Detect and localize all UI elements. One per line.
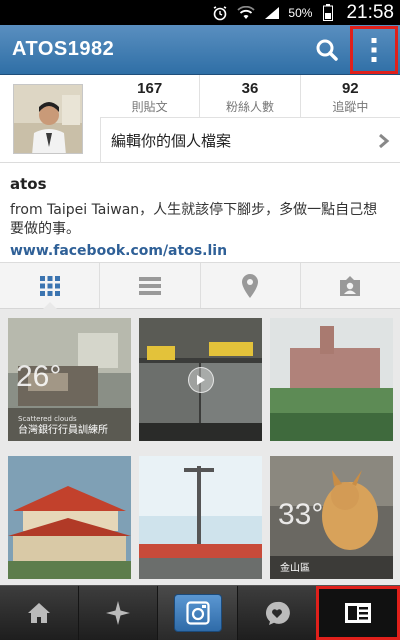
following-label: 追蹤中: [332, 100, 369, 114]
bottom-navigation: [0, 585, 400, 640]
avatar[interactable]: [13, 84, 83, 154]
weather-temperature: 33°: [278, 497, 324, 531]
app-header: ATOS1982: [0, 25, 400, 75]
profile-header: 167 則貼文 36 粉絲人數 92 追蹤中 編輯你的個人檔案: [0, 75, 400, 163]
tab-grid[interactable]: [0, 263, 99, 309]
tab-map[interactable]: [199, 263, 300, 308]
profile-card-icon: [344, 603, 371, 623]
photo-location: 金山區: [280, 562, 310, 574]
nav-camera[interactable]: [157, 586, 237, 640]
photo-tile[interactable]: [8, 455, 131, 579]
location-pin-icon: [242, 273, 259, 298]
photo-tile[interactable]: 33° 金山區: [270, 455, 393, 579]
bio-section: atos from Taipei Taiwan，人生就該停下腳步，多做一點自己想…: [0, 163, 400, 263]
clock: 21:58: [346, 1, 394, 23]
photo-tile[interactable]: 26° Scattered clouds 台灣銀行行員訓練所: [8, 318, 131, 441]
tab-tagged[interactable]: [299, 263, 400, 308]
nav-home[interactable]: [0, 586, 78, 640]
stat-posts[interactable]: 167 則貼文: [100, 75, 199, 117]
activity-heart-bubble-icon: [265, 601, 290, 625]
overflow-menu-button[interactable]: [350, 25, 398, 74]
alarm-icon: [210, 4, 230, 22]
camera-icon: [185, 601, 210, 625]
weather-temperature: 26°: [16, 360, 62, 393]
username-title: ATOS1982: [12, 38, 115, 60]
status-bar: 50% 21:58: [0, 0, 400, 25]
wifi-icon: [236, 4, 256, 22]
followers-count: 36: [241, 80, 259, 97]
followers-label: 粉絲人數: [225, 100, 274, 114]
tagged-person-icon: [340, 275, 361, 296]
nav-explore[interactable]: [78, 586, 157, 640]
battery-icon: [318, 4, 338, 22]
photo-location: 台灣銀行行員訓練所: [18, 425, 108, 436]
website-link[interactable]: www.facebook.com/atos.lin: [10, 243, 390, 259]
photo-grid: 26° Scattered clouds 台灣銀行行員訓練所 33° 金山區: [0, 309, 400, 585]
video-play-icon: [187, 366, 214, 393]
profile-view-tabs: [0, 263, 400, 309]
display-name: atos: [10, 175, 47, 193]
photo-tile[interactable]: [139, 318, 262, 441]
chevron-right-icon: [379, 133, 390, 148]
signal-icon: [262, 4, 282, 22]
grid-icon: [39, 275, 60, 296]
stat-followers[interactable]: 36 粉絲人數: [199, 75, 299, 117]
photo-tile[interactable]: [139, 455, 262, 579]
posts-count: 167: [137, 80, 163, 97]
search-icon: [316, 39, 338, 61]
explore-star-icon: [106, 601, 131, 625]
photo-tile[interactable]: [270, 318, 393, 441]
tab-list[interactable]: [99, 263, 199, 308]
bio-text: from Taipei Taiwan，人生就該停下腳步，多做一點自己想要做的事。: [10, 202, 378, 237]
battery-percent: 50%: [288, 5, 313, 20]
list-icon: [138, 276, 161, 295]
more-vertical-icon: [371, 37, 377, 62]
home-icon: [28, 603, 51, 623]
following-count: 92: [341, 80, 359, 97]
profile-stats: 167 則貼文 36 粉絲人數 92 追蹤中: [100, 75, 400, 117]
stat-following[interactable]: 92 追蹤中: [299, 75, 400, 117]
posts-label: 則貼文: [131, 100, 168, 114]
nav-profile[interactable]: [315, 586, 400, 640]
edit-profile-label: 編輯你的個人檔案: [111, 132, 232, 150]
search-button[interactable]: [304, 27, 350, 73]
nav-activity[interactable]: [236, 586, 316, 640]
edit-profile-button[interactable]: 編輯你的個人檔案: [100, 117, 400, 163]
camera-button: [173, 594, 222, 632]
